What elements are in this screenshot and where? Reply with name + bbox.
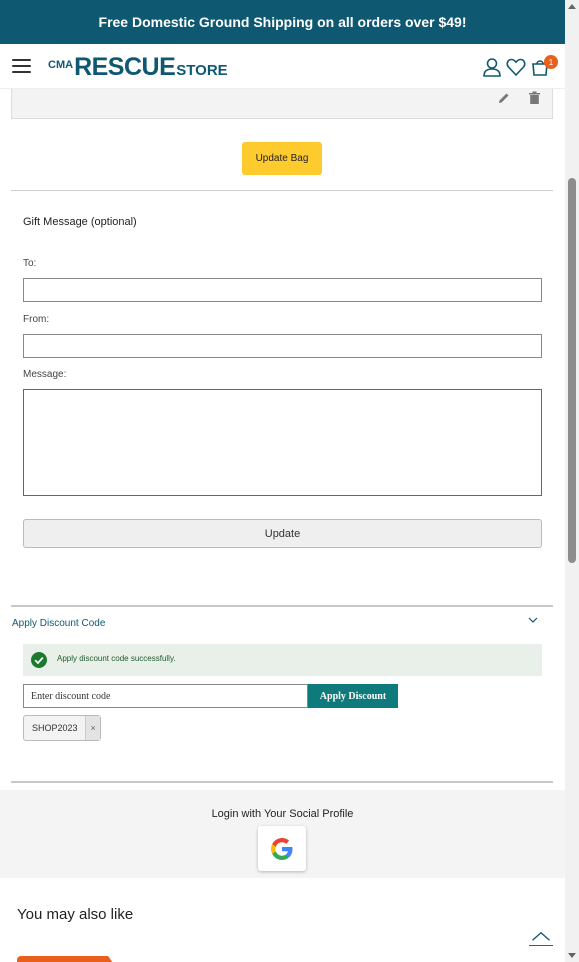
google-login-button[interactable]	[258, 826, 306, 871]
page: Free Domestic Ground Shipping on all ord…	[0, 0, 565, 962]
gift-update-button[interactable]: Update	[23, 519, 542, 548]
from-label: From:	[23, 314, 50, 325]
discount-code-input[interactable]	[23, 684, 308, 708]
update-bag-button[interactable]: Update Bag	[242, 142, 322, 175]
scroll-up-arrow-icon[interactable]	[568, 4, 576, 9]
cart-count-badge: 1	[544, 55, 558, 69]
scroll-thumb[interactable]	[568, 178, 576, 563]
product-badge	[17, 956, 115, 962]
apply-discount-button[interactable]: Apply Discount	[308, 684, 398, 708]
section-divider	[11, 781, 553, 783]
success-message: Apply discount code successfully.	[57, 654, 176, 663]
gift-from-input[interactable]	[23, 334, 542, 358]
discount-toggle[interactable]: Apply Discount Code	[12, 618, 105, 629]
promo-banner: Free Domestic Ground Shipping on all ord…	[0, 0, 565, 44]
discount-success-alert: Apply discount code successfully.	[23, 644, 542, 676]
logo-rescue: RESCUE	[74, 53, 176, 81]
message-label: Message:	[23, 369, 67, 380]
site-logo[interactable]: CMA RESCUE STORE	[48, 53, 228, 82]
social-login-title: Login with Your Social Profile	[211, 808, 354, 820]
site-header: CMA RESCUE STORE	[0, 44, 565, 89]
logo-store: STORE	[176, 62, 228, 79]
chevron-down-icon[interactable]	[527, 615, 539, 625]
pencil-icon[interactable]	[497, 91, 511, 105]
scroll-to-top-icon[interactable]	[529, 928, 553, 946]
social-login-section: Login with Your Social Profile	[0, 790, 565, 878]
applied-code: SHOP2023	[32, 723, 78, 733]
you-may-also-like-heading: You may also like	[17, 906, 134, 923]
to-label: To:	[23, 258, 37, 269]
check-circle-icon	[31, 652, 47, 668]
promo-text: Free Domestic Ground Shipping on all ord…	[98, 14, 467, 30]
scrollbar[interactable]	[565, 0, 579, 962]
menu-icon[interactable]	[12, 59, 31, 74]
section-divider	[11, 605, 553, 607]
remove-code-button[interactable]: ×	[85, 716, 100, 740]
heart-icon[interactable]	[506, 57, 526, 77]
applied-code-chip: SHOP2023 ×	[23, 715, 101, 741]
user-icon[interactable]	[482, 57, 502, 77]
gift-message-textarea[interactable]	[23, 389, 542, 496]
google-icon	[271, 837, 293, 860]
gift-message-title: Gift Message (optional)	[23, 216, 137, 228]
section-divider	[11, 190, 553, 191]
cart-item-row	[11, 89, 553, 119]
trash-icon[interactable]	[528, 91, 541, 105]
gift-to-input[interactable]	[23, 278, 542, 302]
scroll-down-arrow-icon[interactable]	[568, 953, 576, 958]
logo-cma: CMA	[48, 59, 74, 71]
